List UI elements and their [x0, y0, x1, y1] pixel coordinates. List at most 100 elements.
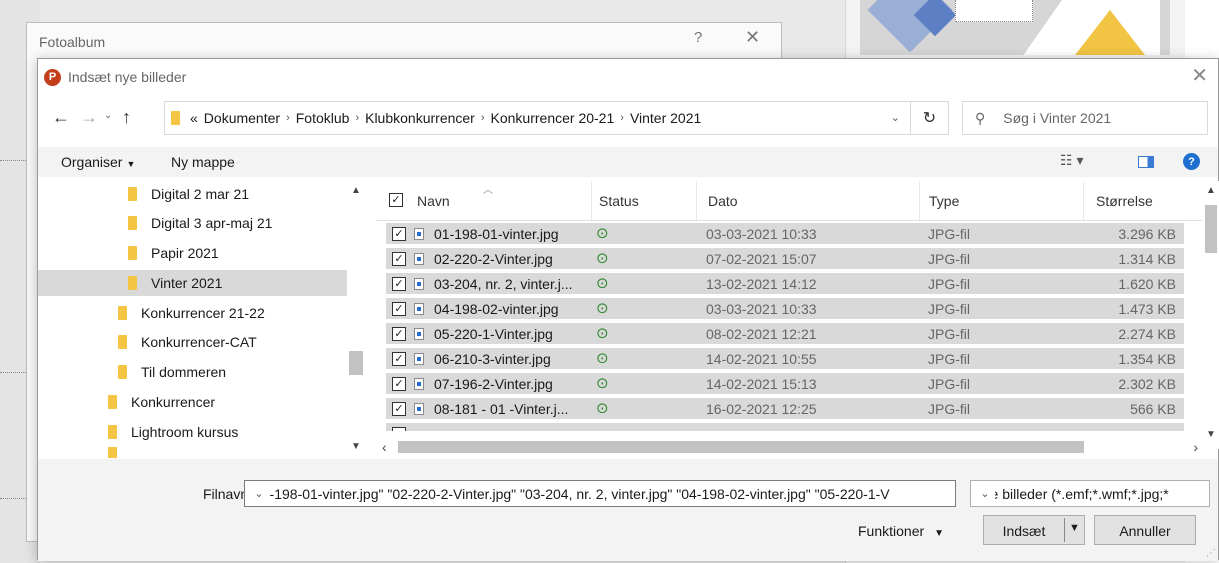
- forward-arrow-icon[interactable]: →: [80, 107, 98, 128]
- chevron-right-icon[interactable]: ›: [620, 112, 624, 124]
- scroll-right-icon[interactable]: ›: [1193, 439, 1198, 455]
- scrollbar-thumb[interactable]: [1205, 205, 1217, 253]
- file-row[interactable]: ✓ 06-210-3-vinter.jpg ⊙ 14-02-2021 10:55 JPG…: [386, 348, 1184, 371]
- scroll-up-icon[interactable]: ▲: [351, 185, 361, 196]
- tree-item[interactable]: Konkurrencer 21-22: [118, 300, 338, 326]
- file-row[interactable]: ✓ 02-220-2-Vinter.jpg ⊙ 07-02-2021 15:07 JPG…: [386, 248, 1184, 271]
- column-divider[interactable]: [591, 181, 592, 221]
- column-divider[interactable]: [1083, 181, 1084, 221]
- navigation-scrollbar[interactable]: ▲ ▼: [347, 181, 365, 458]
- chevron-down-icon[interactable]: ⌄: [891, 111, 900, 124]
- breadcrumb-item[interactable]: Dokumenter: [204, 110, 280, 126]
- preview-pane-icon[interactable]: [1138, 156, 1154, 168]
- row-checkbox[interactable]: ✓: [392, 277, 406, 291]
- functions-button[interactable]: Funktioner ▼: [858, 523, 944, 539]
- refresh-icon: ↻: [922, 110, 937, 127]
- tree-item[interactable]: Til dommeren: [118, 359, 338, 385]
- column-header-status[interactable]: Status: [599, 193, 639, 209]
- address-bar[interactable]: « Dokumenter › Fotoklub › Klubkonkurrenc…: [164, 101, 911, 135]
- file-row[interactable]: ✓ 08-181 - 01 -Vinter.j... ⊙ 16-02-2021 12:…: [386, 398, 1184, 421]
- file-row[interactable]: ✓ 05-220-1-Vinter.jpg ⊙ 08-02-2021 12:21 JPG…: [386, 323, 1184, 346]
- resize-grip-icon[interactable]: ⋰: [1206, 548, 1216, 559]
- cancel-button[interactable]: Annuller: [1094, 515, 1196, 545]
- tree-item-selected[interactable]: Vinter 2021: [38, 270, 347, 296]
- help-button[interactable]: ?: [694, 29, 702, 46]
- recent-locations-icon[interactable]: ⌄: [104, 110, 112, 121]
- breadcrumb-item[interactable]: Fotoklub: [296, 110, 350, 126]
- breadcrumb-item[interactable]: Vinter 2021: [630, 110, 701, 126]
- folder-icon: [118, 335, 127, 349]
- tree-item[interactable]: Konkurrencer-CAT: [118, 329, 338, 355]
- file-type-filter[interactable]: Alle billeder (*.emf;*.wmf;*.jpg;* ⌄: [970, 480, 1210, 507]
- slide-thumbnail[interactable]: [860, 0, 1170, 55]
- column-header-name[interactable]: Navn: [417, 193, 450, 209]
- file-name: 07-196-2-Vinter.jpg: [434, 376, 553, 392]
- sort-ascending-icon: ︿: [483, 185, 493, 196]
- new-folder-button[interactable]: Ny mappe: [171, 154, 235, 170]
- chevron-right-icon[interactable]: ›: [481, 112, 485, 124]
- command-bar: Organiser ▼ Ny mappe ☷ ▾ ?: [38, 147, 1218, 177]
- search-input[interactable]: [1001, 109, 1172, 127]
- file-list-vertical-scrollbar[interactable]: ▲ ▼: [1202, 181, 1219, 449]
- row-checkbox[interactable]: ✓: [392, 402, 406, 416]
- file-row[interactable]: ✓ 01-198-01-vinter.jpg ⊙ 03-03-2021 10:33 JP…: [386, 223, 1184, 246]
- insert-button[interactable]: Indsæt: [984, 523, 1064, 539]
- chevron-down-icon[interactable]: ⌄: [975, 481, 995, 506]
- view-options-icon[interactable]: ☷ ▾: [1060, 152, 1083, 169]
- scroll-up-icon[interactable]: ▲: [1206, 185, 1216, 196]
- filename-input[interactable]: "01-198-01-vinter.jpg" "02-220-2-Vinter.…: [244, 480, 956, 507]
- breadcrumb-item[interactable]: Konkurrencer 20-21: [491, 110, 615, 126]
- insert-split-button[interactable]: Indsæt ▼: [983, 515, 1085, 545]
- tree-item[interactable]: Lightroom kursus: [108, 419, 338, 445]
- row-checkbox[interactable]: [392, 427, 406, 431]
- close-button[interactable]: ✕: [745, 27, 760, 48]
- tree-item[interactable]: Digital 3 apr-maj 21: [128, 210, 338, 236]
- scroll-down-icon[interactable]: ▼: [1206, 429, 1216, 440]
- file-row[interactable]: ✓ 04-198-02-vinter.jpg ⊙ 03-03-2021 10:33 JP…: [386, 298, 1184, 321]
- breadcrumb-overflow[interactable]: «: [190, 110, 198, 126]
- column-header-type[interactable]: Type: [929, 193, 959, 209]
- search-box[interactable]: ⚲: [962, 101, 1208, 135]
- file-date: 16-02-2021 12:25: [706, 401, 817, 417]
- organize-button[interactable]: Organiser ▼: [61, 154, 135, 170]
- image-file-icon: [414, 328, 424, 340]
- scroll-down-icon[interactable]: ▼: [351, 441, 361, 452]
- file-list-horizontal-scrollbar[interactable]: ‹ ›: [376, 437, 1202, 457]
- row-checkbox[interactable]: ✓: [392, 352, 406, 366]
- file-date: 07-02-2021 15:07: [706, 251, 817, 267]
- chevron-down-icon[interactable]: ⌄: [249, 481, 269, 506]
- file-row[interactable]: ✓ 03-204, nr. 2, vinter.j... ⊙ 13-02-2021 1…: [386, 273, 1184, 296]
- folder-icon: [171, 111, 180, 125]
- help-icon[interactable]: ?: [1183, 153, 1200, 170]
- file-row[interactable]: ✓ 07-196-2-Vinter.jpg ⊙ 14-02-2021 15:13 JPG…: [386, 373, 1184, 396]
- tree-item[interactable]: Konkurrencer: [108, 389, 338, 415]
- up-arrow-icon[interactable]: ↑: [122, 107, 131, 128]
- scrollbar-thumb[interactable]: [398, 441, 1084, 453]
- dialog-close-button[interactable]: ✕: [1191, 63, 1208, 88]
- column-divider[interactable]: [696, 181, 697, 221]
- scroll-left-icon[interactable]: ‹: [382, 439, 387, 455]
- file-date: 14-02-2021 10:55: [706, 351, 817, 367]
- tree-item-partial[interactable]: [108, 447, 338, 458]
- chevron-right-icon[interactable]: ›: [355, 112, 359, 124]
- breadcrumb-item[interactable]: Klubkonkurrencer: [365, 110, 475, 126]
- back-arrow-icon[interactable]: ←: [52, 107, 70, 128]
- column-divider[interactable]: [919, 181, 920, 221]
- caret-down-icon[interactable]: ▼: [1069, 522, 1080, 534]
- file-size: 566 KB: [1130, 401, 1176, 417]
- row-checkbox[interactable]: ✓: [392, 327, 406, 341]
- file-size: 2.302 KB: [1118, 376, 1176, 392]
- tree-item[interactable]: Digital 2 mar 21: [128, 181, 338, 207]
- column-header-size[interactable]: Størrelse: [1096, 193, 1153, 209]
- scrollbar-thumb[interactable]: [349, 351, 363, 375]
- select-all-checkbox[interactable]: ✓: [389, 193, 403, 207]
- column-header-date[interactable]: Dato: [708, 193, 738, 209]
- row-checkbox[interactable]: ✓: [392, 227, 406, 241]
- file-row-partial[interactable]: [386, 423, 1184, 433]
- tree-item[interactable]: Papir 2021: [128, 240, 338, 266]
- row-checkbox[interactable]: ✓: [392, 377, 406, 391]
- chevron-right-icon[interactable]: ›: [286, 112, 290, 124]
- row-checkbox[interactable]: ✓: [392, 252, 406, 266]
- row-checkbox[interactable]: ✓: [392, 302, 406, 316]
- refresh-button[interactable]: ↻: [911, 101, 949, 135]
